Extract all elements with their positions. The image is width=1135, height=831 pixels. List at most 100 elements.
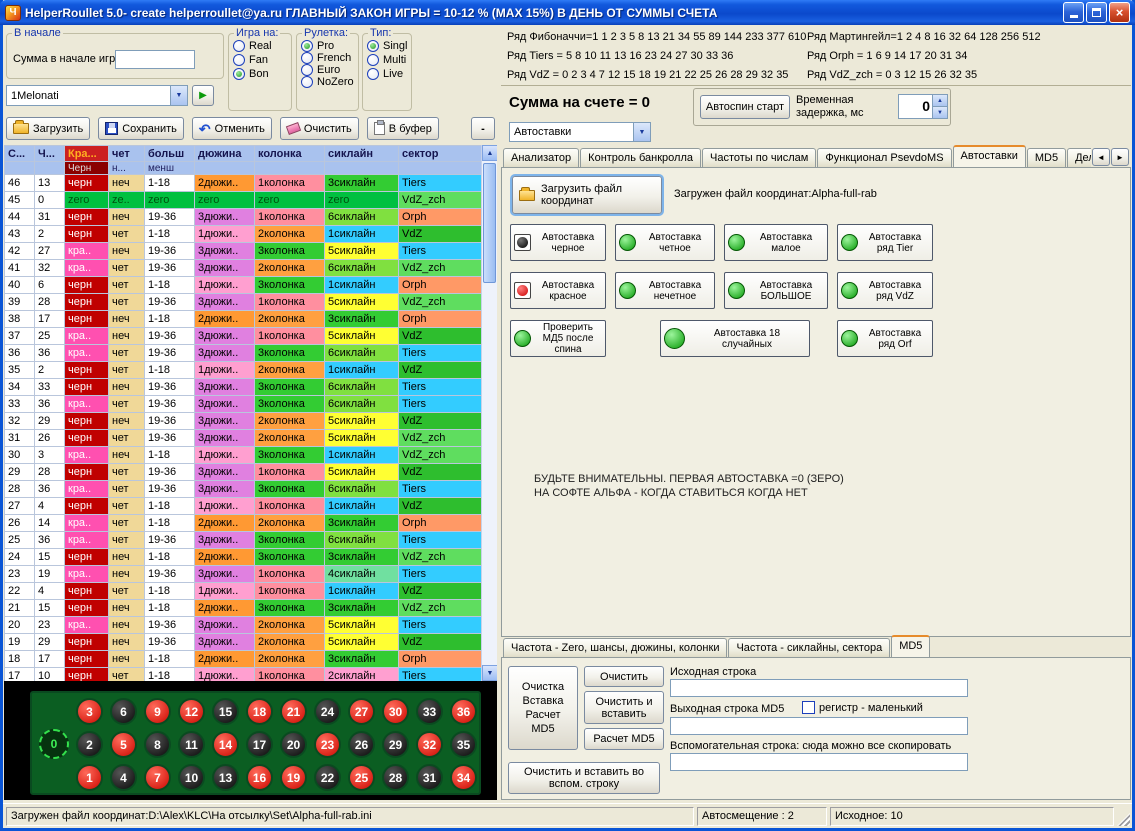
board-number-12[interactable]: 12 (178, 698, 205, 725)
table-row[interactable]: 450zeroze..zerozerozerozeroVdZ_zch (5, 192, 482, 209)
table-row[interactable]: 352чернчет1-181дюжи..2колонка1сиклайнVdZ (5, 362, 482, 379)
table-row[interactable]: 224чернчет1-181дюжи..1колонка1сиклайнVdZ (5, 583, 482, 600)
board-number-4[interactable]: 4 (110, 764, 137, 791)
board-number-35[interactable]: 35 (450, 731, 477, 758)
table-row[interactable]: 2928чернчет19-363дюжи..1колонка5сиклайнV… (5, 464, 482, 481)
column-header[interactable]: колонка (255, 146, 325, 162)
title-bar[interactable]: Ч HelperRoullet 5.0- create helperroulle… (0, 0, 1135, 25)
table-row[interactable]: 274чернчет1-181дюжи..1колонка1сиклайнVdZ (5, 498, 482, 515)
autospin-start-button[interactable]: Автоспин старт (700, 95, 790, 119)
checkbox-icon[interactable] (802, 701, 815, 714)
tab-main-5[interactable]: MD5 (1027, 148, 1066, 167)
md5-aux-button[interactable]: Очистить и вставить во вспом. строку (508, 762, 660, 794)
autobet-button-2[interactable]: Автоставка малое (724, 224, 828, 261)
clear-button[interactable]: Очистить (280, 117, 359, 140)
table-row[interactable]: 1929черннеч19-363дюжи..2колонка5сиклайнV… (5, 634, 482, 651)
radio-option-live[interactable]: Live (367, 68, 407, 80)
md5-calc-button[interactable]: Расчет MD5 (584, 728, 664, 750)
table-row[interactable]: 1817черннеч1-182дюжи..2колонка3сиклайнOr… (5, 651, 482, 668)
column-header[interactable]: С... (5, 146, 35, 162)
table-row[interactable]: 2614кра..чет1-182дюжи..2колонка3сиклайнO… (5, 515, 482, 532)
resize-grip[interactable] (1117, 813, 1130, 826)
minimize-button[interactable] (1063, 2, 1084, 23)
column-header[interactable]: сиклайн (325, 146, 399, 162)
autobet-button-5[interactable]: Автоставка нечетное (615, 272, 715, 309)
autobet-button-0[interactable]: Автоставка черное (510, 224, 606, 261)
board-number-7[interactable]: 7 (144, 764, 171, 791)
board-number-1[interactable]: 1 (76, 764, 103, 791)
board-number-13[interactable]: 13 (212, 764, 239, 791)
radio-option-fan[interactable]: Fan (233, 54, 287, 66)
load-button[interactable]: Загрузить (6, 117, 90, 140)
radio-option-bon[interactable]: Bon (233, 68, 287, 80)
board-number-18[interactable]: 18 (246, 698, 273, 725)
radio-option-euro[interactable]: Euro (301, 64, 354, 76)
autobet-button-4[interactable]: Автоставка красное (510, 272, 606, 309)
table-row[interactable]: 4431черннеч19-363дюжи..1колонка6сиклайнO… (5, 209, 482, 226)
board-zero[interactable]: 0 (39, 729, 69, 759)
tab-main-3[interactable]: Функционал PsevdoMS (817, 148, 951, 167)
table-row[interactable]: 4613черннеч1-182дюжи..1колонка3сиклайнTi… (5, 175, 482, 192)
play-button[interactable]: ▶ (192, 85, 214, 106)
delay-spinner[interactable]: 0 ▲ ▼ (898, 94, 948, 119)
board-number-26[interactable]: 26 (348, 731, 375, 758)
chevron-down-icon[interactable]: ▼ (170, 86, 187, 105)
board-number-33[interactable]: 33 (416, 698, 443, 725)
aux-string-input[interactable] (670, 753, 968, 771)
board-number-34[interactable]: 34 (450, 764, 477, 791)
autobet-button-9[interactable]: Автоставка 18 случайных (660, 320, 810, 357)
chevron-down-icon[interactable]: ▼ (633, 123, 650, 141)
board-number-20[interactable]: 20 (280, 731, 307, 758)
scroll-thumb[interactable] (483, 163, 496, 283)
board-number-9[interactable]: 9 (144, 698, 171, 725)
board-number-28[interactable]: 28 (382, 764, 409, 791)
column-header[interactable]: больш (145, 146, 195, 162)
tab-scroll-left-icon[interactable]: ◄ (1092, 148, 1110, 166)
maximize-button[interactable] (1086, 2, 1107, 23)
md5-big-button[interactable]: Очистка Вставка Расчет MD5 (508, 666, 578, 750)
tab-main-0[interactable]: Анализатор (503, 148, 579, 167)
table-row[interactable]: 406чернчет1-181дюжи..3колонка1сиклайнOrp… (5, 277, 482, 294)
table-row[interactable]: 432чернчет1-181дюжи..2колонка1сиклайнVdZ (5, 226, 482, 243)
table-row[interactable]: 2536кра..чет19-363дюжи..3колонка6сиклайн… (5, 532, 482, 549)
load-coords-button[interactable]: Загрузить файл координат (512, 176, 662, 214)
autobets-combobox[interactable]: Автоставки ▼ (509, 122, 651, 142)
radio-option-multi[interactable]: Multi (367, 54, 407, 66)
column-header[interactable]: сектор (399, 146, 482, 162)
table-row[interactable]: 3817черннеч1-182дюжи..2колонка3сиклайнOr… (5, 311, 482, 328)
board-number-25[interactable]: 25 (348, 764, 375, 791)
source-string-input[interactable] (670, 679, 968, 697)
md5-clear-button[interactable]: Очистить (584, 666, 664, 687)
radio-option-french[interactable]: French (301, 52, 354, 64)
save-button[interactable]: Сохранить (98, 117, 184, 140)
table-row[interactable]: 1710чернчет1-181дюжи..1колонка2сиклайнTi… (5, 668, 482, 682)
tab-main-4[interactable]: Автоставки (953, 145, 1026, 167)
table-row[interactable]: 2836кра..чет19-363дюжи..3колонка6сиклайн… (5, 481, 482, 498)
register-checkbox-row[interactable]: регистр - маленький (802, 701, 923, 714)
tab-bottom-2[interactable]: MD5 (891, 635, 930, 657)
collapse-button[interactable]: - (471, 117, 495, 140)
board-number-6[interactable]: 6 (110, 698, 137, 725)
board-number-10[interactable]: 10 (178, 764, 205, 791)
board-number-5[interactable]: 5 (110, 731, 137, 758)
table-row[interactable]: 3336кра..чет19-363дюжи..3колонка6сиклайн… (5, 396, 482, 413)
table-row[interactable]: 2415черннеч1-182дюжи..3колонка3сиклайнVd… (5, 549, 482, 566)
tab-main-1[interactable]: Контроль банкролла (580, 148, 701, 167)
md5-clear-paste-button[interactable]: Очистить и вставить (584, 691, 664, 724)
column-header[interactable]: Кра... (65, 146, 109, 162)
board-number-23[interactable]: 23 (314, 731, 341, 758)
profile-combobox[interactable]: 1Melonati ▼ (6, 85, 188, 106)
table-row[interactable]: 2115черннеч1-182дюжи..3колонка3сиклайнVd… (5, 600, 482, 617)
table-row[interactable]: 3928чернчет19-363дюжи..1колонка5сиклайнV… (5, 294, 482, 311)
radio-option-nozero[interactable]: NoZero (301, 76, 354, 88)
board-number-29[interactable]: 29 (382, 731, 409, 758)
board-number-36[interactable]: 36 (450, 698, 477, 725)
copy-to-buffer-button[interactable]: В буфер (367, 117, 439, 140)
board-number-27[interactable]: 27 (348, 698, 375, 725)
board-number-11[interactable]: 11 (178, 731, 205, 758)
radio-option-real[interactable]: Real (233, 40, 287, 52)
board-number-2[interactable]: 2 (76, 731, 103, 758)
board-number-17[interactable]: 17 (246, 731, 273, 758)
board-number-8[interactable]: 8 (144, 731, 171, 758)
board-number-30[interactable]: 30 (382, 698, 409, 725)
